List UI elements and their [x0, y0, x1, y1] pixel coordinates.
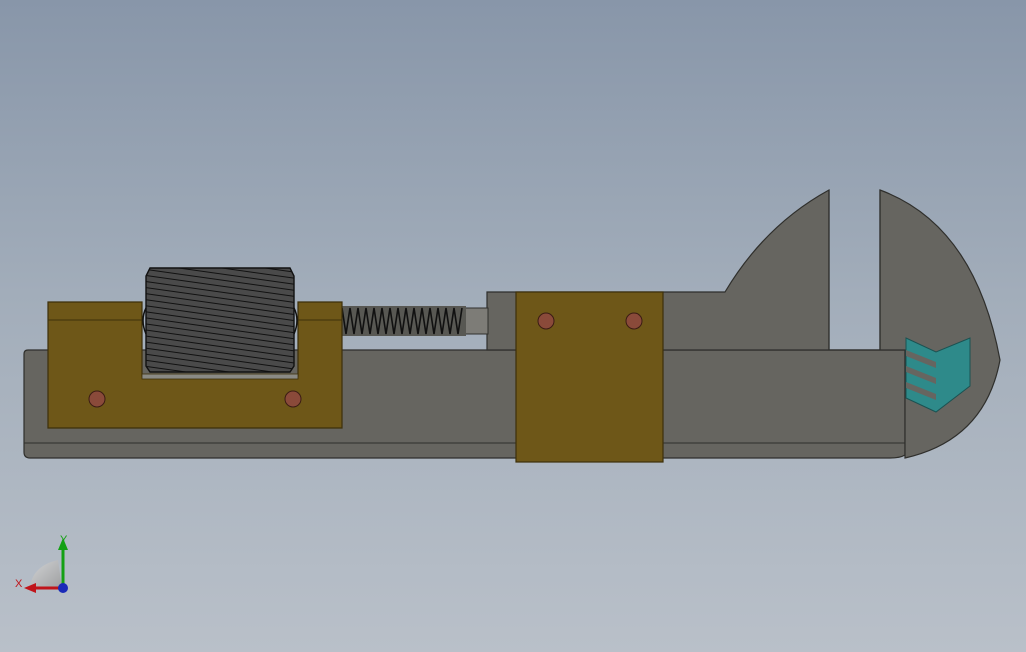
wrench-model[interactable]: [23, 188, 1001, 463]
rivet: [88, 390, 106, 408]
axis-x-label: X: [15, 578, 23, 590]
rivet: [284, 390, 302, 408]
rivet: [625, 312, 643, 330]
knurled-adjusting-nut[interactable]: [142, 267, 298, 373]
collar-block[interactable]: [515, 291, 664, 463]
screw-shaft[interactable]: [463, 307, 489, 335]
model-scene[interactable]: Y X: [0, 0, 1026, 652]
axis-y-label: Y: [60, 534, 68, 546]
coordinate-triad-icon: Y X: [15, 534, 68, 593]
rivet: [537, 312, 555, 330]
graphics-viewport[interactable]: Y X: [0, 0, 1026, 652]
compression-spring[interactable]: [340, 306, 466, 336]
